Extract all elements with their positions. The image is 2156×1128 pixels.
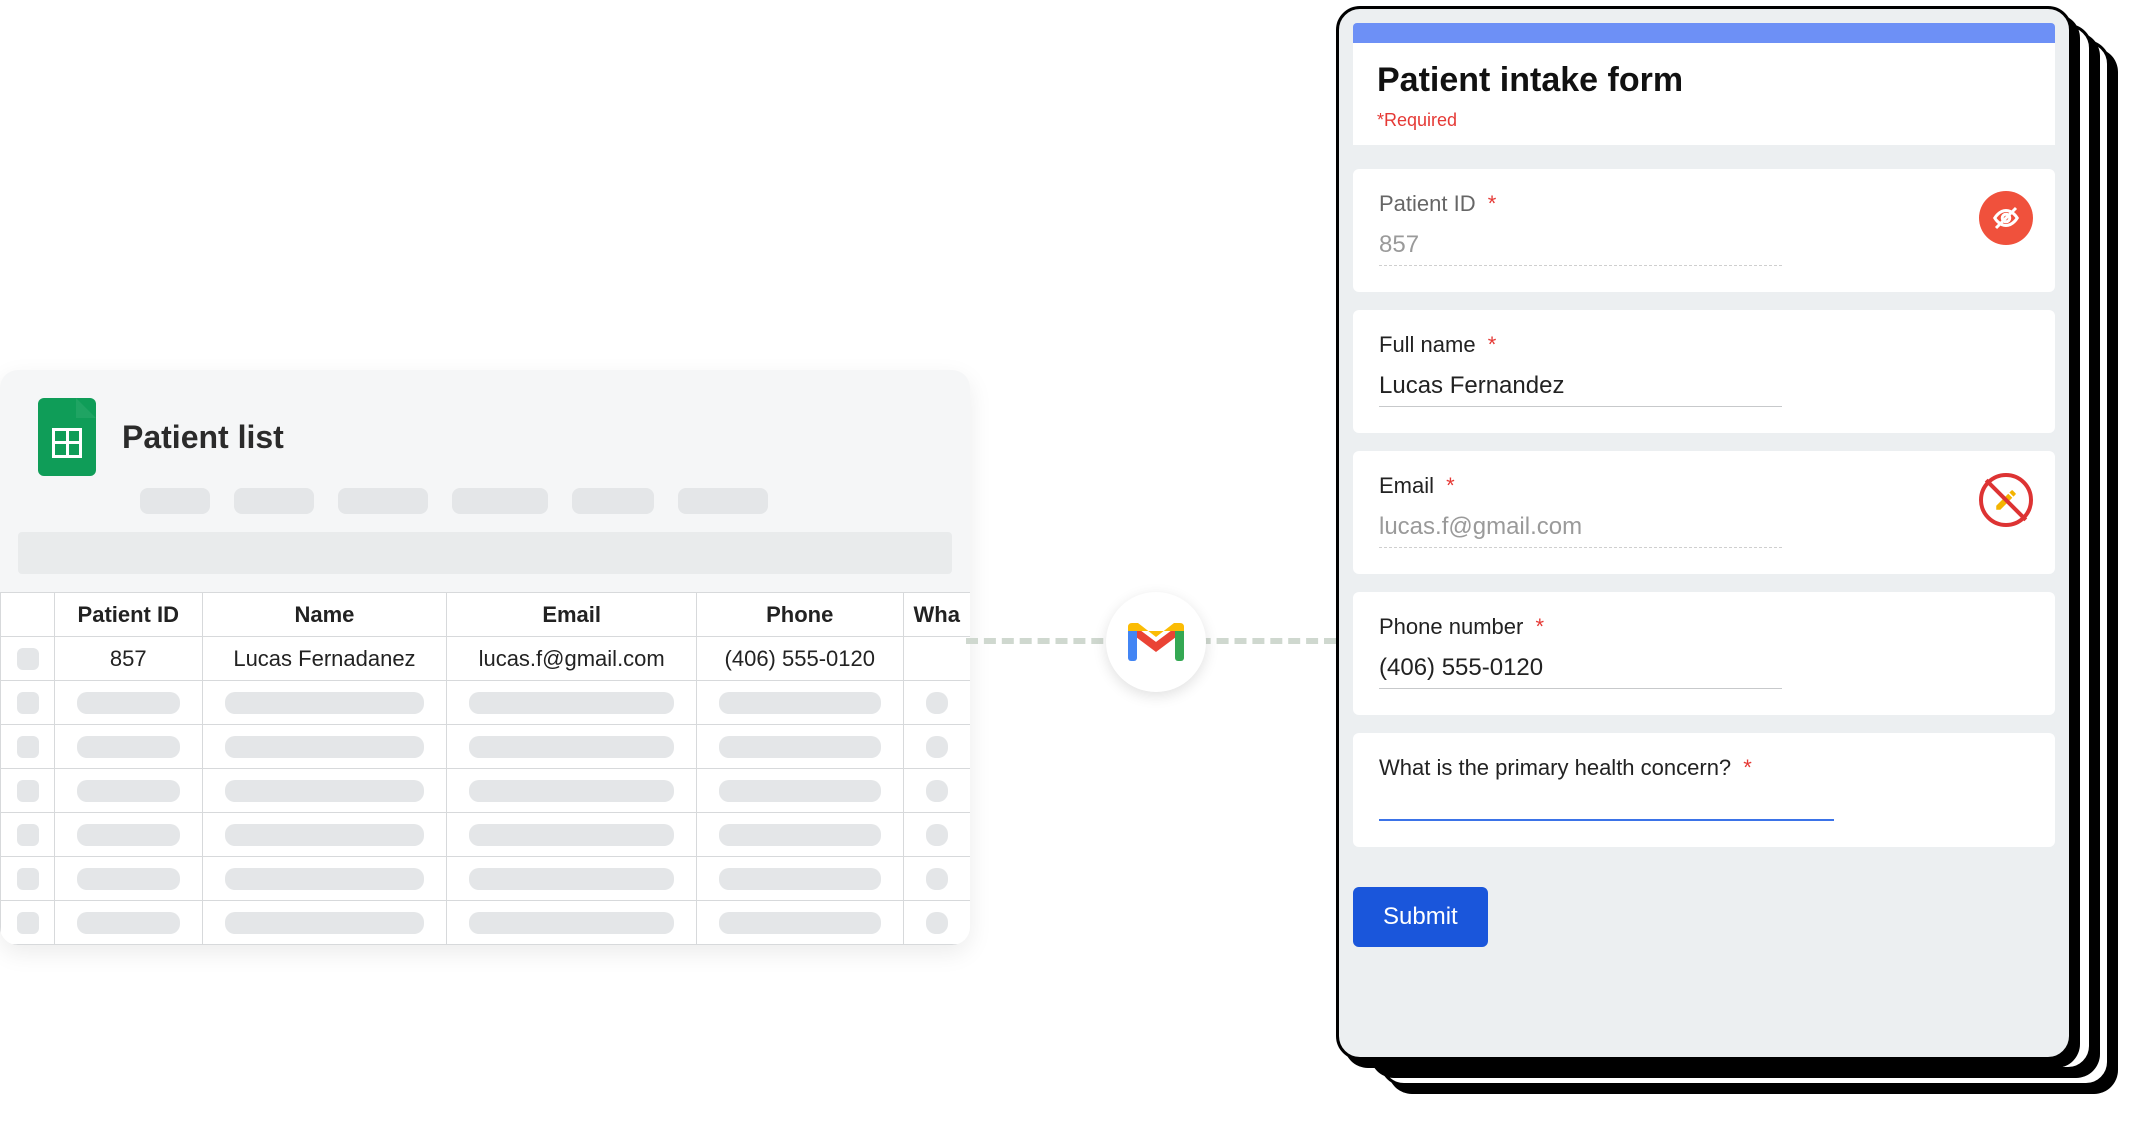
question-email: Email * lucas.f@gmail.com <box>1353 451 2055 574</box>
question-full-name: Full name * Lucas Fernandez <box>1353 310 2055 433</box>
column-header-patient-id[interactable]: Patient ID <box>55 593 203 637</box>
column-header-name[interactable]: Name <box>202 593 447 637</box>
spreadsheet-toolbar <box>0 488 970 532</box>
table-row[interactable] <box>1 681 971 725</box>
toolbar-chip <box>678 488 768 514</box>
question-label: Email <box>1379 473 1434 498</box>
question-label: Full name <box>1379 332 1476 357</box>
table-row[interactable] <box>1 769 971 813</box>
cell-patient-id[interactable]: 857 <box>55 637 203 681</box>
spreadsheet-grid[interactable]: Patient ID Name Email Phone Wha 857 Luca… <box>0 592 970 945</box>
email-value: lucas.f@gmail.com <box>1379 513 1782 548</box>
question-patient-id: Patient ID * 857 <box>1353 169 2055 292</box>
cell-email[interactable]: lucas.f@gmail.com <box>447 637 697 681</box>
table-row[interactable] <box>1 857 971 901</box>
question-label: Phone number <box>1379 614 1523 639</box>
corner-cell <box>1 593 55 637</box>
cell-phone[interactable]: (406) 555-0120 <box>696 637 903 681</box>
cell-name[interactable]: Lucas Fernadanez <box>202 637 447 681</box>
question-label: Patient ID <box>1379 191 1476 216</box>
toolbar-chip <box>572 488 654 514</box>
table-row[interactable] <box>1 725 971 769</box>
column-header-email[interactable]: Email <box>447 593 697 637</box>
required-note: *Required <box>1377 110 2031 131</box>
toolbar-chip <box>452 488 548 514</box>
table-row[interactable] <box>1 901 971 945</box>
column-header-concern[interactable]: Wha <box>903 593 970 637</box>
hidden-icon <box>1979 191 2033 245</box>
no-edit-icon <box>1979 473 2033 527</box>
table-row[interactable]: 857 Lucas Fernadanez lucas.f@gmail.com (… <box>1 637 971 681</box>
phone-input[interactable]: (406) 555-0120 <box>1379 654 1782 689</box>
full-name-input[interactable]: Lucas Fernandez <box>1379 372 1782 407</box>
toolbar-chip <box>140 488 210 514</box>
formula-bar[interactable] <box>18 532 952 574</box>
toolbar-chip <box>234 488 314 514</box>
gmail-icon <box>1106 592 1206 692</box>
form-title: Patient intake form <box>1377 61 2031 100</box>
intake-form: Patient intake form *Required Patient ID… <box>1336 6 2072 1060</box>
toolbar-chip <box>338 488 428 514</box>
google-sheets-icon <box>38 398 96 476</box>
table-row[interactable] <box>1 813 971 857</box>
patient-id-value: 857 <box>1379 231 1782 266</box>
question-label: What is the primary health concern? <box>1379 755 1731 780</box>
submit-button[interactable]: Submit <box>1353 887 1488 947</box>
spreadsheet-title: Patient list <box>122 419 284 456</box>
form-accent-bar <box>1353 23 2055 43</box>
question-concern: What is the primary health concern? * <box>1353 733 2055 847</box>
concern-input[interactable] <box>1379 795 1834 821</box>
question-phone: Phone number * (406) 555-0120 <box>1353 592 2055 715</box>
column-header-phone[interactable]: Phone <box>696 593 903 637</box>
spreadsheet-panel: Patient list Patient ID Name Email Phone… <box>0 370 970 945</box>
